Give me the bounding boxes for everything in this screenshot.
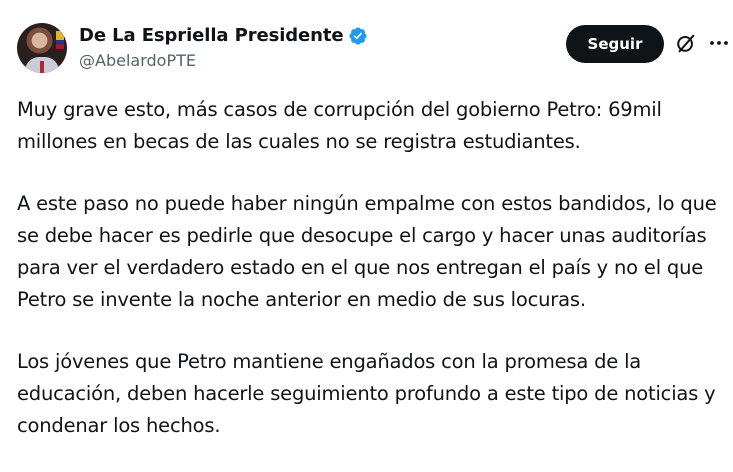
more-options-icon[interactable] (709, 35, 729, 51)
tweet-paragraph-1: Muy grave esto, más casos de corrupción … (17, 98, 662, 153)
tweet-paragraph-2: A este paso no puede haber ningún empalm… (17, 192, 717, 311)
grok-icon[interactable] (675, 32, 697, 54)
author-handle[interactable]: @AbelardoPTE (79, 51, 196, 70)
tweet-paragraph-3: Los jóvenes que Petro mantiene engañados… (17, 350, 716, 437)
verified-badge-icon (349, 26, 368, 45)
avatar[interactable] (17, 23, 67, 73)
avatar-tie (40, 61, 44, 73)
tweet-header: De La Espriella Presidente @AbelardoPTE … (0, 0, 733, 90)
follow-button[interactable]: Seguir (566, 25, 664, 63)
author-name[interactable]: De La Espriella Presidente (79, 25, 344, 46)
avatar-flag (56, 31, 64, 49)
tweet-text: Muy grave esto, más casos de corrupción … (17, 94, 727, 472)
author-name-row[interactable]: De La Espriella Presidente (79, 25, 368, 46)
